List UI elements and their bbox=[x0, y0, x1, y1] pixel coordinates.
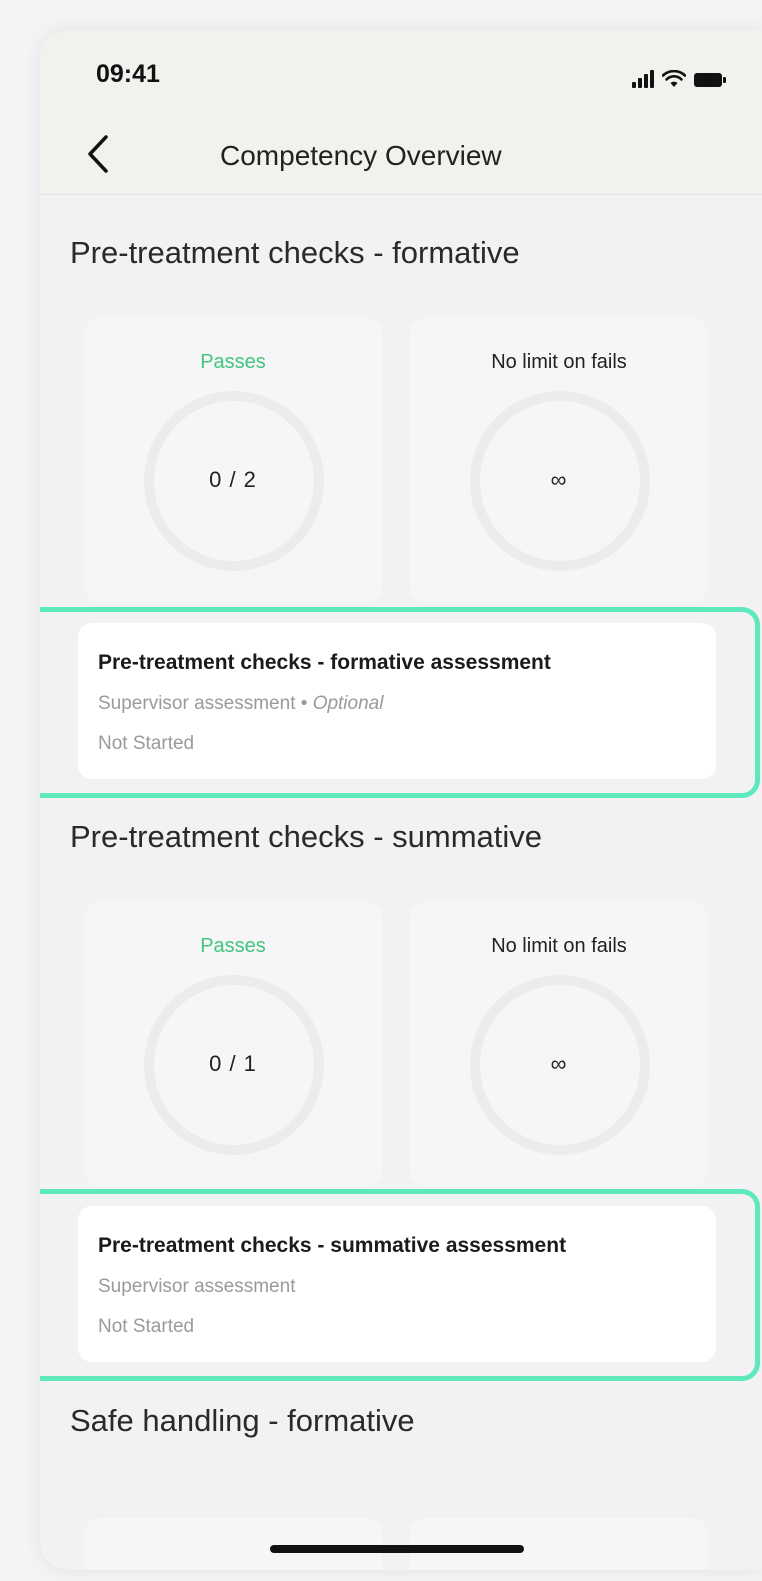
wifi-icon bbox=[662, 70, 686, 88]
battery-icon bbox=[694, 72, 726, 88]
assessment-card[interactable]: Pre-treatment checks - summative assessm… bbox=[78, 1206, 716, 1362]
fails-label: No limit on fails bbox=[491, 935, 627, 957]
passes-label: Passes bbox=[200, 935, 266, 957]
signal-icon bbox=[632, 70, 654, 88]
fails-card: No limit on fails ∞ bbox=[410, 901, 708, 1187]
passes-card: Passes 0 / 2 bbox=[84, 317, 382, 603]
assessment-type: Supervisor assessment bbox=[98, 1276, 296, 1297]
assessment-type: Supervisor assessment • Optional bbox=[98, 693, 383, 715]
home-indicator[interactable] bbox=[270, 1545, 524, 1553]
passes-value: 0 / 1 bbox=[209, 1051, 257, 1076]
chevron-left-icon bbox=[88, 135, 108, 173]
status-icons bbox=[632, 66, 726, 88]
section-title: Pre-treatment checks - formative bbox=[70, 235, 520, 270]
separator-dot: • bbox=[295, 693, 313, 714]
assessment-status: Not Started bbox=[98, 733, 195, 754]
passes-label: Passes bbox=[200, 351, 266, 373]
assessment-card[interactable]: Pre-treatment checks - formative assessm… bbox=[78, 623, 716, 779]
assessment-title: Pre-treatment checks - summative assessm… bbox=[98, 1234, 567, 1257]
assessment-type-label: Supervisor assessment bbox=[98, 693, 296, 714]
phone-screen: 09:41 Competency Overview Pre-treatment … bbox=[40, 30, 762, 1570]
section-title: Pre-treatment checks - summative bbox=[70, 819, 543, 854]
fails-value: ∞ bbox=[550, 467, 568, 492]
nav-bar: Competency Overview bbox=[40, 120, 762, 195]
fails-value: ∞ bbox=[550, 1051, 568, 1076]
passes-card bbox=[84, 1518, 382, 1570]
passes-value: 0 / 2 bbox=[209, 467, 257, 492]
fails-card: No limit on fails ∞ bbox=[410, 317, 708, 603]
back-button[interactable] bbox=[76, 126, 120, 182]
fails-card bbox=[410, 1518, 708, 1570]
assessment-title: Pre-treatment checks - formative assessm… bbox=[98, 651, 551, 674]
status-time: 09:41 bbox=[96, 60, 160, 88]
fails-label: No limit on fails bbox=[491, 351, 627, 373]
page-title: Competency Overview bbox=[220, 140, 502, 171]
passes-card: Passes 0 / 1 bbox=[84, 901, 382, 1187]
section-title: Safe handling - formative bbox=[70, 1403, 415, 1438]
status-bar: 09:41 bbox=[40, 30, 762, 120]
optional-label: Optional bbox=[312, 693, 384, 714]
assessment-status: Not Started bbox=[98, 1316, 195, 1337]
